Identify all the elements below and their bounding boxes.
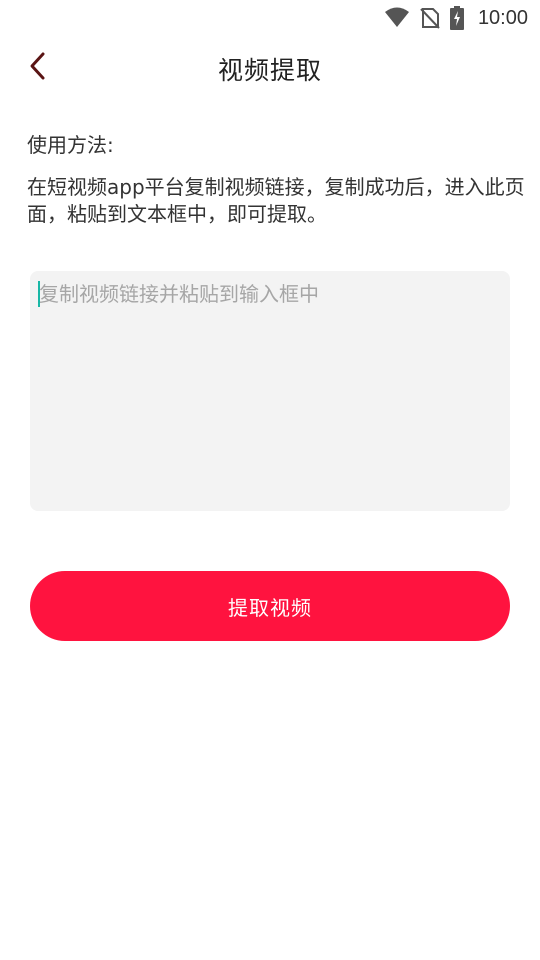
- status-time: 10:00: [477, 6, 528, 29]
- text-caret: [38, 281, 40, 307]
- status-bar: 10:00: [0, 0, 540, 36]
- toolbar: 视频提取: [0, 36, 540, 100]
- wifi-icon: [384, 7, 410, 29]
- extract-video-button[interactable]: 提取视频: [30, 571, 510, 641]
- link-input[interactable]: [30, 271, 510, 511]
- link-input-box: [30, 271, 510, 511]
- usage-label: 使用方法:: [27, 133, 114, 157]
- no-sim-icon: [420, 7, 440, 29]
- page-title: 视频提取: [217, 56, 322, 85]
- status-icons: 10:00: [384, 5, 528, 31]
- battery-charging-icon: [449, 6, 464, 30]
- instructions: 使用方法: 在短视频app平台复制视频链接，复制成功后，进入此页面，粘贴到文本框…: [27, 130, 527, 228]
- usage-text: 在短视频app平台复制视频链接，复制成功后，进入此页面，粘贴到文本框中，即可提取…: [27, 175, 525, 226]
